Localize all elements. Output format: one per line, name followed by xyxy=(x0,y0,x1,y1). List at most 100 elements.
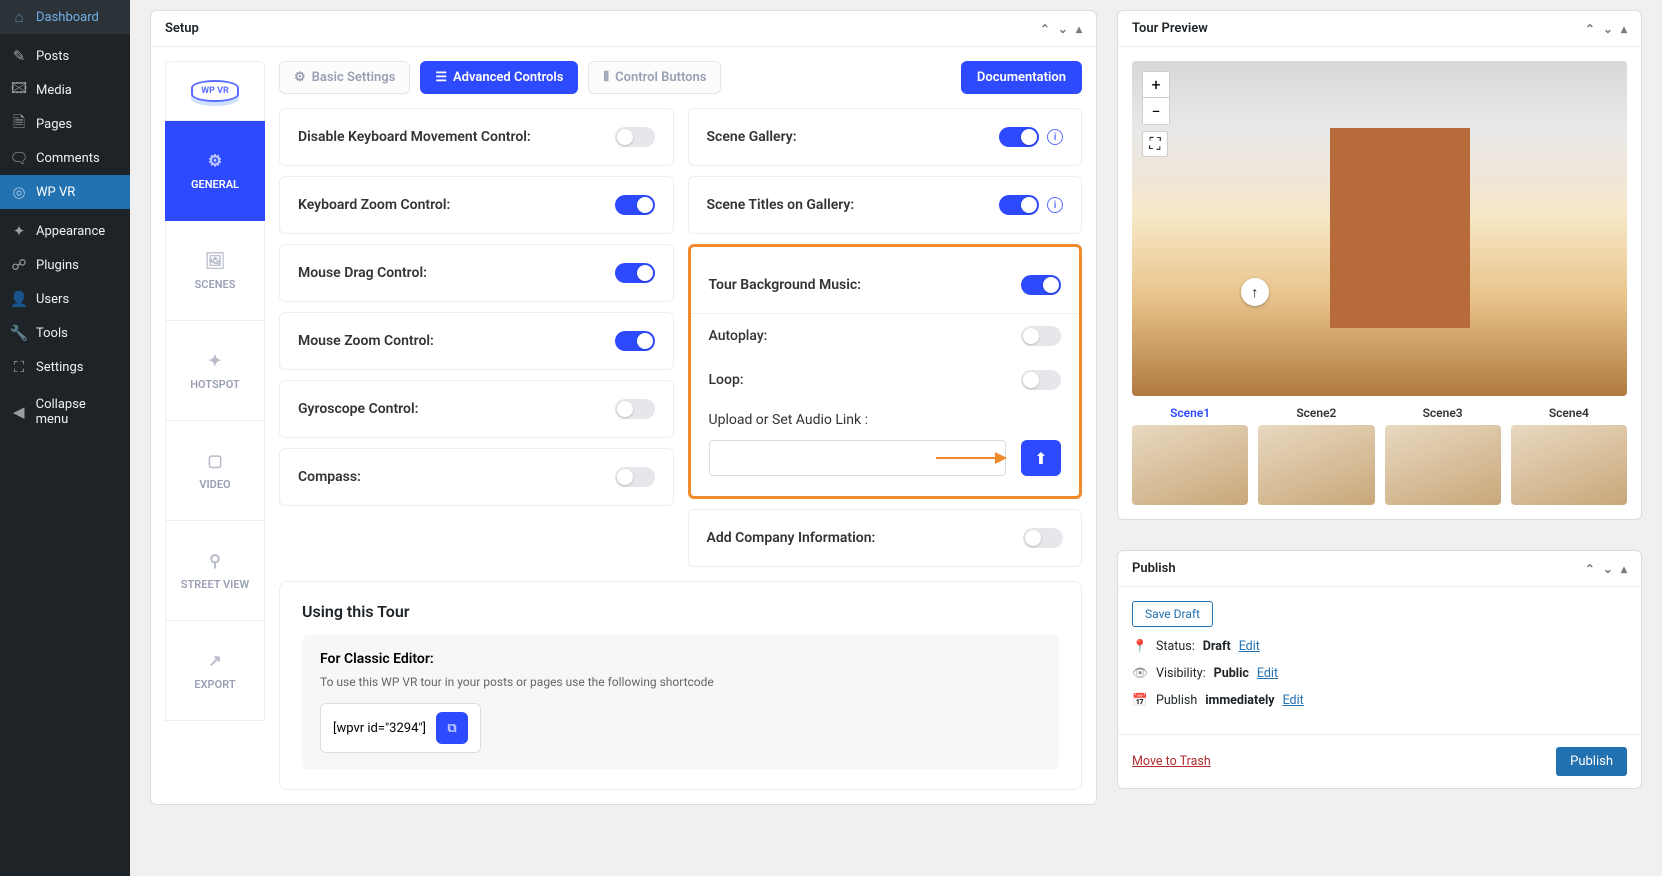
panel-toggle-icon[interactable]: ▴ xyxy=(1076,22,1082,36)
buttons-icon: ⦀ xyxy=(603,70,609,85)
toggle-gyroscope[interactable] xyxy=(615,399,655,419)
panel-down-icon[interactable]: ⌄ xyxy=(1603,22,1613,36)
menu-pages[interactable]: 🗎Pages xyxy=(0,107,130,141)
upload-label: Upload or Set Audio Link : xyxy=(691,402,1080,434)
setup-panel: Setup ⌃ ⌄ ▴ WP VR ⚙GENERAL 🖼SCENES ✦HOTS… xyxy=(150,10,1097,805)
menu-plugins[interactable]: ☍Plugins xyxy=(0,248,130,282)
zoom-out-button[interactable]: − xyxy=(1143,98,1169,124)
shortcode-text: [wpvr id="3294"] xyxy=(333,721,426,736)
publish-button[interactable]: Publish xyxy=(1556,747,1627,776)
upload-audio-button[interactable]: ⬆ xyxy=(1021,440,1061,476)
toggle-compass[interactable] xyxy=(615,467,655,487)
toggle-loop[interactable] xyxy=(1021,370,1061,390)
menu-appearance[interactable]: ✦Appearance xyxy=(0,214,130,248)
toggle-autoplay[interactable] xyxy=(1021,326,1061,346)
move-to-trash-link[interactable]: Move to Trash xyxy=(1132,754,1211,769)
tab-general[interactable]: ⚙GENERAL xyxy=(165,121,265,221)
panel-up-icon[interactable]: ⌃ xyxy=(1585,562,1595,576)
collapse-icon: ◀ xyxy=(10,403,28,421)
toggle-keyboard-zoom[interactable] xyxy=(615,195,655,215)
toggle-scene-gallery[interactable] xyxy=(999,127,1039,147)
scene-thumb-3[interactable]: Scene3 xyxy=(1385,406,1501,505)
map-icon: ⚲ xyxy=(209,551,221,570)
info-icon[interactable]: i xyxy=(1047,197,1063,213)
publish-title: Publish xyxy=(1132,561,1176,576)
toggle-keyboard-movement[interactable] xyxy=(615,127,655,147)
edit-schedule-link[interactable]: Edit xyxy=(1283,693,1304,708)
fullscreen-button[interactable]: ⛶ xyxy=(1142,131,1168,157)
setting-mouse-drag: Mouse Drag Control: xyxy=(279,244,674,302)
panorama-viewer[interactable]: + − ⛶ ↑ xyxy=(1132,61,1627,396)
toggle-scene-titles[interactable] xyxy=(999,195,1039,215)
zoom-in-button[interactable]: + xyxy=(1143,72,1169,98)
tab-hotspot[interactable]: ✦HOTSPOT xyxy=(165,321,265,421)
toggle-company-info[interactable] xyxy=(1023,528,1063,548)
thumb-image xyxy=(1385,425,1501,505)
using-tour-card: Using this Tour For Classic Editor: To u… xyxy=(279,581,1082,790)
tab-advanced-controls[interactable]: ☰Advanced Controls xyxy=(420,61,578,94)
using-subtitle: For Classic Editor: xyxy=(320,651,1041,667)
save-draft-button[interactable]: Save Draft xyxy=(1132,601,1213,627)
using-desc: To use this WP VR tour in your posts or … xyxy=(320,675,1041,689)
menu-settings[interactable]: ⛶Settings xyxy=(0,350,130,384)
copy-shortcode-button[interactable]: ⧉ xyxy=(436,712,468,744)
hotspot-marker[interactable]: ↑ xyxy=(1241,278,1269,306)
comment-icon: 🗨 xyxy=(10,149,28,167)
toggle-mouse-zoom[interactable] xyxy=(615,331,655,351)
plug-icon: ☍ xyxy=(10,256,28,274)
panel-down-icon[interactable]: ⌄ xyxy=(1058,22,1068,36)
panel-toggle-icon[interactable]: ▴ xyxy=(1621,22,1627,36)
setup-title: Setup xyxy=(165,21,199,36)
pin-icon: 📍 xyxy=(1132,639,1148,654)
copy-icon: ⧉ xyxy=(447,721,456,736)
toggle-bg-music[interactable] xyxy=(1021,275,1061,295)
thumb-image xyxy=(1258,425,1374,505)
page-icon: 🗎 xyxy=(10,115,28,133)
setting-loop: Loop: xyxy=(691,358,1080,402)
tab-streetview[interactable]: ⚲STREET VIEW xyxy=(165,521,265,621)
eye-icon: 👁 xyxy=(1132,666,1148,681)
scene-thumb-1[interactable]: Scene1 xyxy=(1132,406,1248,505)
media-icon: 🖾 xyxy=(10,81,28,99)
status-row: 📍 Status: Draft Edit xyxy=(1132,639,1627,654)
menu-collapse[interactable]: ◀Collapse menu xyxy=(0,389,130,435)
tab-scenes[interactable]: 🖼SCENES xyxy=(165,221,265,321)
setting-autoplay: Autoplay: xyxy=(691,314,1080,358)
panel-up-icon[interactable]: ⌃ xyxy=(1040,22,1050,36)
tab-video[interactable]: ▢VIDEO xyxy=(165,421,265,521)
menu-posts[interactable]: ✎Posts xyxy=(0,39,130,73)
vr-icon: ◎ xyxy=(10,183,28,201)
panel-down-icon[interactable]: ⌄ xyxy=(1603,562,1613,576)
documentation-button[interactable]: Documentation xyxy=(961,61,1082,94)
scene-thumb-2[interactable]: Scene2 xyxy=(1258,406,1374,505)
tab-basic-settings[interactable]: ⚙Basic Settings xyxy=(279,61,410,94)
setting-bg-music: Tour Background Music: xyxy=(691,257,1080,314)
tab-export[interactable]: ↗EXPORT xyxy=(165,621,265,721)
video-icon: ▢ xyxy=(207,451,222,470)
visibility-row: 👁 Visibility: Public Edit xyxy=(1132,666,1627,681)
setting-keyboard-zoom: Keyboard Zoom Control: xyxy=(279,176,674,234)
sliders-icon: ⛶ xyxy=(10,358,28,376)
setting-compass: Compass: xyxy=(279,448,674,506)
toggle-mouse-drag[interactable] xyxy=(615,263,655,283)
image-icon: 🖼 xyxy=(205,251,225,270)
menu-tools[interactable]: 🔧Tools xyxy=(0,316,130,350)
menu-wpvr[interactable]: ◎WP VR xyxy=(0,175,130,209)
panel-toggle-icon[interactable]: ▴ xyxy=(1621,562,1627,576)
menu-dashboard[interactable]: ⌂Dashboard xyxy=(0,0,130,34)
menu-media[interactable]: 🖾Media xyxy=(0,73,130,107)
scene-thumb-4[interactable]: Scene4 xyxy=(1511,406,1627,505)
preview-title: Tour Preview xyxy=(1132,21,1208,36)
edit-status-link[interactable]: Edit xyxy=(1239,639,1260,654)
panel-up-icon[interactable]: ⌃ xyxy=(1585,22,1595,36)
calendar-icon: 📅 xyxy=(1132,693,1148,708)
wpvr-logo: WP VR xyxy=(165,61,265,121)
setting-scene-gallery: Scene Gallery:i xyxy=(688,108,1083,166)
menu-users[interactable]: 👤Users xyxy=(0,282,130,316)
menu-comments[interactable]: 🗨Comments xyxy=(0,141,130,175)
tab-control-buttons[interactable]: ⦀Control Buttons xyxy=(588,61,721,94)
thumb-image xyxy=(1511,425,1627,505)
edit-visibility-link[interactable]: Edit xyxy=(1257,666,1278,681)
tour-preview-panel: Tour Preview ⌃ ⌄ ▴ + − ⛶ ↑ Scene1 xyxy=(1117,10,1642,520)
info-icon[interactable]: i xyxy=(1047,129,1063,145)
